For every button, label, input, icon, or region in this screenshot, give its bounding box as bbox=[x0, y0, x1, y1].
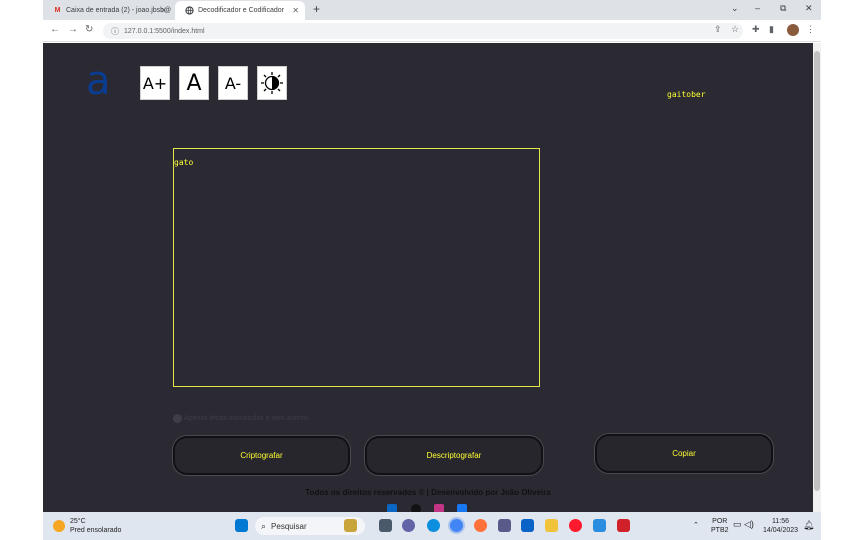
tab-title: Decodificador e Codificador bbox=[198, 7, 284, 14]
app-icon[interactable] bbox=[617, 519, 630, 532]
back-icon[interactable]: ← bbox=[50, 24, 60, 35]
logo: a bbox=[86, 58, 111, 104]
file-explorer-icon[interactable] bbox=[545, 519, 558, 532]
gmail-icon: M bbox=[54, 7, 61, 14]
notification-icon[interactable]: 🔔︎ bbox=[803, 521, 814, 530]
tray-chevron-icon[interactable]: ⌃ bbox=[693, 521, 699, 530]
instagram-icon[interactable] bbox=[434, 504, 444, 512]
tab-decodificador[interactable]: Decodificador e Codificador ✕ bbox=[175, 1, 305, 20]
language-indicator[interactable]: POR PTB2 bbox=[711, 517, 729, 535]
chrome-icon[interactable] bbox=[450, 519, 463, 532]
share-icon[interactable]: ⇪ bbox=[714, 24, 722, 35]
weather-text: Pred ensolarado bbox=[70, 527, 122, 534]
tab-strip: M Caixa de entrada (2) - joao.jbsb@ ✕ De… bbox=[43, 0, 821, 20]
message-input[interactable]: gato bbox=[173, 148, 540, 387]
chat-icon[interactable] bbox=[402, 519, 415, 532]
network-volume-icon[interactable]: ▭ ◁) bbox=[733, 520, 754, 529]
linkedin-icon[interactable] bbox=[387, 504, 397, 512]
footer-text: Todos os direitos reservados © | Desenvo… bbox=[305, 488, 551, 497]
tab-title: Caixa de entrada (2) - joao.jbsb@ bbox=[66, 7, 172, 14]
window-close-icon[interactable]: ✕ bbox=[805, 3, 813, 14]
font-normal-button[interactable]: A bbox=[179, 66, 209, 100]
scrollbar-thumb[interactable] bbox=[814, 51, 820, 491]
new-tab-button[interactable]: + bbox=[313, 2, 320, 16]
vscode-icon[interactable] bbox=[593, 519, 606, 532]
extensions-icon[interactable]: ✚ bbox=[752, 24, 760, 35]
minimize-icon[interactable]: – bbox=[755, 3, 760, 13]
facebook-icon[interactable] bbox=[457, 504, 467, 512]
mail-icon[interactable] bbox=[521, 519, 534, 532]
forward-icon[interactable]: → bbox=[68, 24, 78, 35]
search-icon: ⌕ bbox=[261, 520, 267, 531]
message-text: gato bbox=[174, 158, 194, 167]
page-body: a A+ A A- gaitober gato Apenas letras mi… bbox=[43, 43, 813, 512]
page-scrollbar[interactable] bbox=[813, 43, 821, 512]
search-highlight-icon bbox=[344, 519, 357, 532]
language: POR bbox=[712, 518, 728, 525]
info-icon[interactable]: ⓘ bbox=[111, 26, 119, 37]
search-placeholder: Pesquisar bbox=[271, 521, 307, 531]
firefox-icon[interactable] bbox=[474, 519, 487, 532]
taskbar: 25°C Pred ensolarado ⌕ Pesquisar ⌃ POR P… bbox=[43, 512, 821, 540]
keyboard-layout: PTB2 bbox=[711, 527, 729, 534]
username-label: gaitober bbox=[667, 90, 706, 99]
decrypt-button[interactable]: Descriptografar bbox=[365, 436, 543, 475]
profile-avatar[interactable] bbox=[787, 24, 799, 36]
opera-icon[interactable] bbox=[569, 519, 582, 532]
weather-widget[interactable]: 25°C Pred ensolarado bbox=[53, 517, 121, 535]
restore-icon[interactable]: ⧉ bbox=[780, 3, 786, 14]
font-increase-button[interactable]: A+ bbox=[140, 66, 170, 100]
tab-gmail[interactable]: M Caixa de entrada (2) - joao.jbsb@ ✕ bbox=[43, 1, 173, 20]
task-view-icon[interactable] bbox=[379, 519, 392, 532]
time: 11:56 bbox=[772, 518, 790, 525]
store-icon[interactable] bbox=[498, 519, 511, 532]
hint-label: Apenas letras minúsculas e sem acento. bbox=[184, 415, 310, 422]
temperature: 25°C bbox=[70, 518, 86, 525]
contrast-toggle-button[interactable] bbox=[257, 66, 287, 100]
address-text: 127.0.0.1:5500/index.html bbox=[124, 27, 205, 35]
encrypt-button[interactable]: Criptografar bbox=[173, 436, 350, 475]
close-icon[interactable]: ✕ bbox=[292, 6, 299, 15]
github-icon[interactable] bbox=[411, 504, 421, 512]
font-decrease-button[interactable]: A- bbox=[218, 66, 248, 100]
bookmark-star-icon[interactable]: ☆ bbox=[731, 24, 739, 35]
date: 14/04/2023 bbox=[763, 527, 799, 534]
side-panel-icon[interactable]: ▮ bbox=[769, 24, 774, 35]
menu-icon[interactable]: ⋮ bbox=[806, 24, 815, 35]
chevron-down-icon[interactable]: ⌄ bbox=[731, 3, 739, 14]
address-bar[interactable]: ⓘ 127.0.0.1:5500/index.html bbox=[103, 23, 743, 39]
globe-icon bbox=[185, 6, 194, 15]
browser-toolbar: ← → ↻ ⓘ 127.0.0.1:5500/index.html ⇪ ☆ ✚ … bbox=[43, 20, 821, 42]
sun-icon bbox=[53, 520, 65, 532]
copy-button[interactable]: Copiar bbox=[595, 434, 773, 473]
contrast-icon bbox=[261, 72, 283, 94]
hint-text: Apenas letras minúsculas e sem acento. bbox=[173, 414, 310, 423]
windows-start-icon[interactable] bbox=[235, 519, 248, 532]
clock[interactable]: 11:56 14/04/2023 bbox=[763, 517, 798, 535]
info-icon bbox=[173, 414, 182, 423]
edge-icon[interactable] bbox=[427, 519, 440, 532]
close-icon[interactable]: ✕ bbox=[160, 6, 167, 15]
reload-icon[interactable]: ↻ bbox=[85, 24, 93, 35]
